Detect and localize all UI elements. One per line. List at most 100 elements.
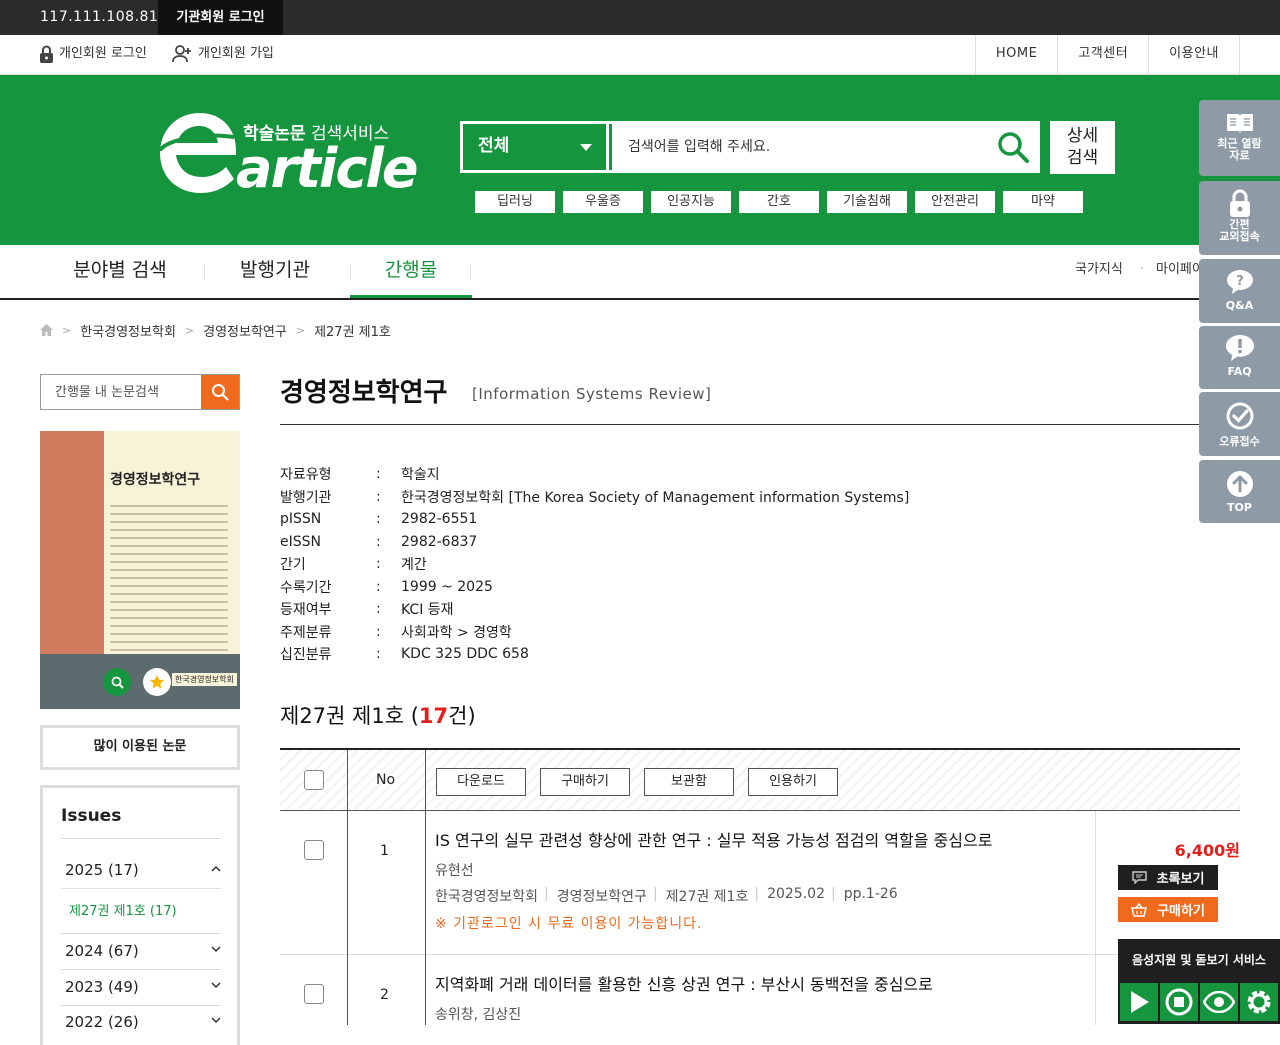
search-input[interactable] — [612, 124, 990, 170]
tag-item[interactable]: 딥러닝 — [475, 191, 555, 213]
year-item-2025[interactable]: 2025 (17) — [65, 861, 221, 879]
top-nav-home[interactable]: HOME — [976, 35, 1059, 75]
ip-address: 117.111.108.81 — [40, 9, 159, 25]
article-authors[interactable]: 송위창, 김상진 — [435, 1004, 521, 1024]
download-button[interactable]: 다운로드 — [436, 768, 526, 796]
breadcrumb-item[interactable]: 한국경영정보학회 — [80, 321, 176, 340]
issue-item-current[interactable]: 제27권 제1호 (17) — [69, 900, 177, 919]
cover-publisher: 한국경영정보학회 — [172, 673, 237, 686]
divider: | — [830, 886, 836, 902]
article-note: ※ 기관로그인 시 무료 이용이 가능합니다. — [435, 916, 703, 932]
article-title-link[interactable]: IS 연구의 실무 관련성 향상에 관한 연구 : 실무 적용 가능성 점검의 … — [435, 827, 992, 851]
voice-settings-button[interactable] — [1240, 983, 1278, 1021]
meta-colon: : — [376, 623, 381, 640]
earticle-logo-e[interactable] — [158, 111, 238, 195]
meta-row: 발행기관: 한국경영정보학회 [The Korea Society of Mana… — [280, 486, 1180, 509]
main-nav-publication[interactable]: 간행물 — [350, 245, 472, 298]
cover-zoom-button[interactable] — [103, 668, 131, 696]
meta-key: 자료유형 — [280, 467, 332, 484]
personal-login-label: 개인회원 로그인 — [59, 46, 147, 61]
cover-toc — [110, 505, 228, 673]
volume-suffix: 건) — [448, 704, 476, 728]
header-banner: 학술논문 검색서비스 article 전체 상세 검색 딥러닝 우울증 인공지능… — [0, 75, 1280, 245]
purchase-button[interactable]: 구매하기 — [540, 768, 630, 796]
cover-favorite-button[interactable] — [143, 668, 171, 696]
meta-value: 2982-6551 — [401, 511, 478, 528]
meta-row: pISSN: 2982-6551 — [280, 508, 1180, 531]
chevron-right-icon: > — [62, 323, 72, 337]
svg-text:?: ? — [1236, 274, 1244, 289]
meta-key: eISSN — [280, 533, 321, 550]
chevron-right-icon: > — [295, 323, 306, 337]
meta-colon: : — [376, 466, 381, 483]
row-checkbox[interactable] — [304, 840, 324, 860]
year-item-2024[interactable]: 2024 (67) — [65, 942, 221, 960]
main-nav-publisher[interactable]: 발행기관 — [200, 245, 350, 298]
meta-row: 자료유형: 학술지 — [280, 463, 1180, 486]
quick-faq[interactable]: FAQ — [1199, 326, 1280, 389]
year-item-2022[interactable]: 2022 (26) — [65, 1013, 221, 1031]
meta-colon: : — [376, 646, 381, 663]
divider — [425, 811, 426, 955]
row-number: 2 — [380, 987, 389, 1003]
personal-login-link[interactable]: 개인회원 로그인 — [40, 35, 147, 75]
personal-signup-link[interactable]: 개인회원 가입 — [172, 35, 274, 75]
sub-nav-national-knowledge[interactable]: 국가지식 — [1075, 245, 1123, 298]
article-authors[interactable]: 유현선 — [435, 860, 474, 880]
tag-item[interactable]: 우울증 — [563, 191, 643, 213]
search-button[interactable] — [989, 124, 1037, 170]
advanced-search-button[interactable]: 상세 검색 — [1050, 121, 1115, 174]
issues-panel: Issues 2025 (17) 제27권 제1호 (17) 2024 (67)… — [40, 785, 240, 1045]
home-icon[interactable] — [40, 324, 53, 336]
cite-button[interactable]: 인용하기 — [748, 768, 838, 796]
institution-login-button[interactable]: 기관회원 로그인 — [158, 0, 283, 35]
journal-title: 경영정보학연구 — [280, 378, 448, 408]
meta-colon: : — [376, 578, 381, 595]
tag-item[interactable]: 간호 — [739, 191, 819, 213]
meta-colon: : — [376, 556, 381, 573]
popular-papers-button[interactable]: 많이 이용된 논문 — [40, 725, 240, 770]
meta-row: 주제분류: 사회과학 > 경영학 — [280, 621, 1180, 644]
article-title-link[interactable]: 지역화폐 거래 데이터를 활용한 신흥 상권 연구 : 부산시 동백전을 중심으… — [435, 971, 933, 995]
article-price: 6,400원 — [1174, 841, 1240, 860]
article-publisher[interactable]: 한국경영정보학회 — [435, 886, 538, 906]
quick-qna[interactable]: ? Q&A — [1199, 259, 1280, 323]
buy-article-button[interactable]: 구매하기 — [1118, 897, 1218, 922]
top-nav-guide[interactable]: 이용안내 — [1149, 35, 1240, 75]
year-item-2023[interactable]: 2023 (49) — [65, 978, 221, 996]
divider — [425, 750, 426, 811]
voice-play-button[interactable] — [1120, 983, 1158, 1021]
divider: | — [652, 886, 658, 902]
book-icon — [1226, 114, 1253, 133]
journal-search-button[interactable] — [201, 375, 239, 409]
divider — [425, 955, 426, 1025]
quick-remote-access[interactable]: 간편 교외접속 — [1199, 181, 1280, 255]
quick-recent-docs[interactable]: 최근 열람 자료 — [1199, 100, 1280, 176]
sub-nav-mypage[interactable]: 마이페이 — [1156, 245, 1200, 298]
voice-magnifier-button[interactable] — [1200, 983, 1238, 1021]
save-to-library-button[interactable]: 보관함 — [644, 768, 734, 796]
meta-row: 간기: 계간 — [280, 553, 1180, 576]
article-journal[interactable]: 경영정보학연구 — [557, 886, 647, 906]
breadcrumb-item[interactable]: 경영정보학연구 — [203, 321, 287, 340]
journal-search-input[interactable] — [41, 375, 201, 409]
tag-item[interactable]: 인공지능 — [651, 191, 731, 213]
quick-error-report[interactable]: 오류접수 — [1199, 392, 1280, 456]
tag-item[interactable]: 마약 — [1003, 191, 1083, 213]
main-nav-field-search[interactable]: 분야별 검색 — [40, 245, 200, 298]
abstract-button[interactable]: 초록보기 — [1118, 865, 1218, 890]
voice-stop-button[interactable] — [1160, 983, 1198, 1021]
quick-top[interactable]: TOP — [1199, 460, 1280, 523]
search-category-select[interactable]: 전체 — [463, 124, 609, 170]
top-nav-support[interactable]: 고객센터 — [1058, 35, 1150, 75]
table-header: No 다운로드 구매하기 보관함 인용하기 — [280, 748, 1240, 811]
row-checkbox[interactable] — [304, 984, 324, 1004]
journal-cover[interactable]: 경영정보학연구 한국경영정보학회 — [40, 431, 240, 709]
select-all-checkbox[interactable] — [304, 770, 324, 790]
basket-icon — [1131, 902, 1148, 917]
tag-item[interactable]: 기술침해 — [827, 191, 907, 213]
journal-title-en: [Information Systems Review] — [472, 385, 712, 403]
exclamation-icon — [1225, 335, 1254, 361]
eye-icon — [1203, 991, 1235, 1013]
tag-item[interactable]: 안전관리 — [915, 191, 995, 213]
